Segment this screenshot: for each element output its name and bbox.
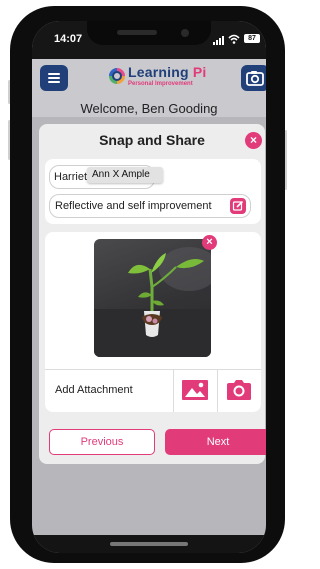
header-camera-button[interactable]: [241, 65, 266, 91]
add-attachment-label: Add Attachment: [55, 384, 133, 396]
next-button[interactable]: Next: [165, 429, 266, 455]
home-indicator[interactable]: [110, 542, 188, 546]
attached-photo[interactable]: [94, 239, 211, 357]
menu-button[interactable]: [40, 65, 68, 91]
details-section: Harriet Ann X Ample Reflective and self …: [45, 159, 261, 224]
close-icon: ×: [249, 133, 257, 147]
logo-title: Learning Pi: [128, 64, 207, 80]
logo-icon-core: [114, 73, 120, 79]
gallery-button[interactable]: [181, 378, 209, 402]
attachment-divider-2: [217, 369, 218, 412]
learner-tooltip: Ann X Ample: [87, 167, 163, 183]
card-title: Snap and Share: [99, 132, 205, 148]
close-card-button[interactable]: ×: [245, 132, 262, 149]
speaker-slot: [117, 30, 157, 35]
welcome-message: Welcome, Ben Gooding: [80, 101, 218, 116]
status-time: 14:07: [54, 33, 83, 45]
front-camera: [181, 29, 189, 37]
category-text: Reflective and self improvement: [55, 200, 212, 212]
logo-subtitle: Personal Improvement: [128, 81, 193, 87]
home-bar: [32, 535, 266, 553]
edit-icon: [232, 200, 244, 211]
camera-icon: [227, 380, 251, 400]
camera-icon: [246, 71, 264, 86]
battery-indicator: 87: [244, 34, 260, 43]
camera-attach-button[interactable]: [225, 378, 253, 402]
gallery-icon: [182, 380, 208, 400]
app-header: Learning Pi Personal Improvement Welcome…: [32, 59, 266, 117]
learner-name: Harriet: [54, 171, 88, 183]
remove-photo-button[interactable]: ×: [202, 235, 217, 250]
attachment-divider: [45, 369, 261, 370]
snap-and-share-card: Snap and Share × Harriet Ann X Ample Ref…: [39, 124, 266, 464]
notch: [87, 21, 211, 45]
previous-button[interactable]: Previous: [49, 429, 155, 455]
plant-photo-image: [94, 247, 211, 357]
edit-category-button[interactable]: [230, 198, 246, 214]
status-bar: 14:07 87: [32, 21, 266, 59]
attachment-section: × Add Attachment: [45, 232, 261, 412]
phone-screen: 14:07 87 Learning Pi Personal Improvemen…: [32, 21, 266, 553]
category-field[interactable]: Reflective and self improvement: [49, 194, 251, 218]
wifi-icon: [228, 34, 240, 47]
signal-icon: [213, 35, 227, 45]
attachment-divider-1: [173, 369, 174, 412]
close-icon: ×: [206, 236, 213, 248]
